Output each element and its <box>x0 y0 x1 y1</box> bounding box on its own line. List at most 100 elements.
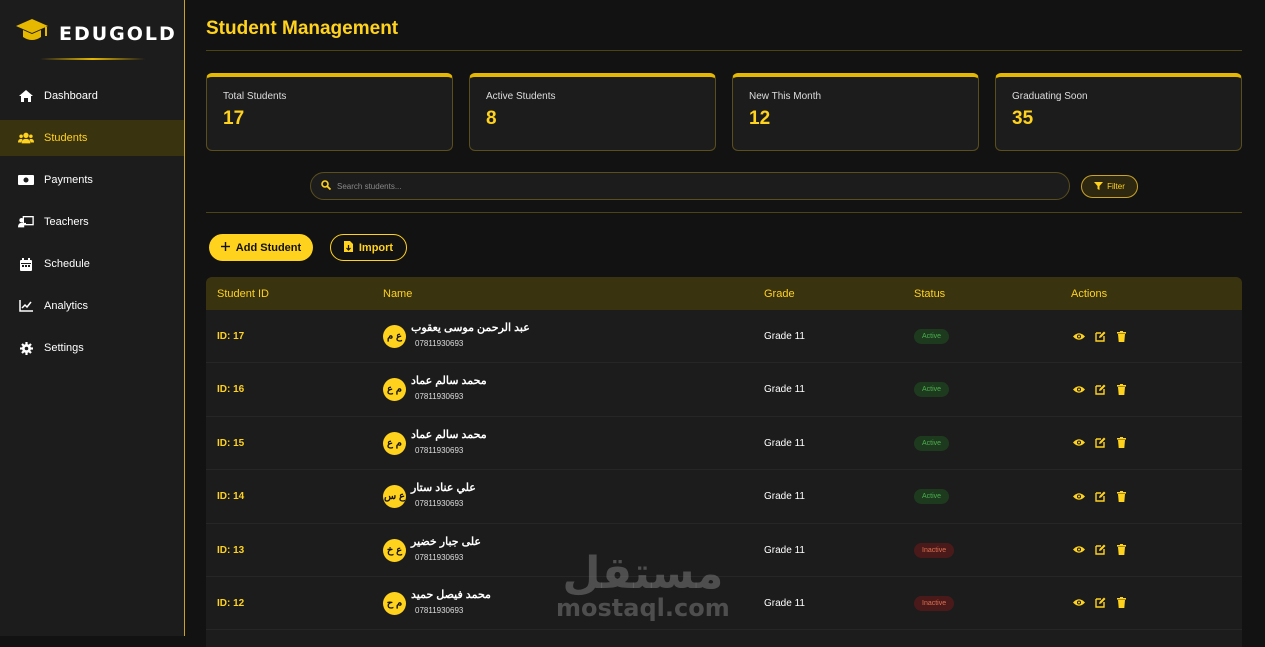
stat-card-active: Active Students 8 <box>469 73 716 151</box>
student-name: محمد سالم عماد <box>411 375 487 388</box>
column-header-actions: Actions <box>1071 288 1108 300</box>
sidebar-item-settings[interactable]: Settings <box>0 330 184 366</box>
table-row[interactable]: ID: 16 م ع محمد سالم عماد 07811930693 Gr… <box>206 363 1242 417</box>
row-actions <box>1073 544 1127 556</box>
table-row[interactable]: ID: 17 ع م عبد الرحمن موسى يعقوب 0781193… <box>206 310 1242 364</box>
plus-icon <box>220 241 230 254</box>
edit-icon[interactable] <box>1094 330 1106 342</box>
stat-value: 8 <box>486 108 497 129</box>
chart-line-icon <box>18 299 34 313</box>
column-header-id: Student ID <box>217 288 269 300</box>
sidebar: EDUGOLD Dashboard Students Payments Teac… <box>0 0 185 636</box>
money-icon <box>18 173 34 187</box>
file-import-icon <box>343 240 353 255</box>
trash-icon[interactable] <box>1115 544 1127 556</box>
row-actions <box>1073 490 1127 502</box>
sidebar-item-label: Settings <box>44 342 84 354</box>
trash-icon[interactable] <box>1115 383 1127 395</box>
stat-label: New This Month <box>749 91 822 102</box>
view-icon[interactable] <box>1073 490 1085 502</box>
stat-card-graduating: Graduating Soon 35 <box>995 73 1242 151</box>
stat-card-new: New This Month 12 <box>732 73 979 151</box>
sidebar-item-payments[interactable]: Payments <box>0 162 184 198</box>
stat-card-total: Total Students 17 <box>206 73 453 151</box>
sidebar-item-dashboard[interactable]: Dashboard <box>0 78 184 114</box>
row-actions <box>1073 597 1127 609</box>
sidebar-item-students[interactable]: Students <box>0 120 184 156</box>
student-phone: 07811930693 <box>415 605 464 615</box>
avatar: م ع <box>383 431 406 455</box>
add-student-button[interactable]: Add Student <box>209 234 313 261</box>
student-grade: Grade 11 <box>764 544 805 556</box>
sidebar-item-teachers[interactable]: Teachers <box>0 204 184 240</box>
student-grade: Grade 11 <box>764 491 805 503</box>
sidebar-item-schedule[interactable]: Schedule <box>0 246 184 282</box>
student-id: ID: 16 <box>217 384 245 396</box>
trash-icon[interactable] <box>1115 437 1127 449</box>
table-row[interactable]: ID: 13 ع خ على جبار خضير 07811930693 Gra… <box>206 524 1242 577</box>
status-badge: Active <box>914 435 950 451</box>
view-icon[interactable] <box>1073 330 1085 342</box>
student-name: علي عناد ستار <box>411 482 476 495</box>
gear-icon <box>18 341 34 355</box>
users-icon <box>18 131 34 145</box>
add-student-label: Add Student <box>235 241 302 254</box>
table-row[interactable]: ID: 14 ع س علي عناد ستار 07811930693 Gra… <box>206 470 1242 524</box>
stats-cards: Total Students 17 Active Students 8 New … <box>206 73 1242 151</box>
student-id: ID: 14 <box>217 491 245 503</box>
student-name: على جبار خضير <box>411 535 481 548</box>
student-phone: 07811930693 <box>415 552 464 562</box>
column-header-status: Status <box>914 288 946 300</box>
status-badge: Inactive <box>914 595 955 611</box>
edit-icon[interactable] <box>1094 490 1106 502</box>
avatar: ع س <box>383 485 406 509</box>
logo-underline <box>40 58 145 60</box>
home-icon <box>18 89 34 103</box>
filter-button[interactable]: Filter <box>1081 175 1138 198</box>
import-button[interactable]: Import <box>330 234 407 261</box>
teacher-icon <box>18 215 34 229</box>
view-icon[interactable] <box>1073 437 1085 449</box>
edit-icon[interactable] <box>1094 544 1106 556</box>
sidebar-item-label: Schedule <box>44 258 90 270</box>
avatar: ع خ <box>383 538 406 562</box>
sidebar-item-label: Students <box>44 132 88 144</box>
student-phone: 07811930693 <box>415 339 464 348</box>
view-icon[interactable] <box>1073 597 1085 609</box>
search-icon <box>321 177 332 195</box>
student-phone: 07811930693 <box>415 445 464 455</box>
view-icon[interactable] <box>1073 383 1085 395</box>
table-row[interactable]: ID: 15 م ع محمد سالم عماد 07811930693 Gr… <box>206 417 1242 471</box>
section-divider <box>206 212 1242 213</box>
search-input[interactable] <box>337 181 937 191</box>
row-actions <box>1073 330 1127 342</box>
view-icon[interactable] <box>1073 544 1085 556</box>
student-name: محمد فيصل حميد <box>411 588 491 601</box>
student-grade: Grade 11 <box>764 597 805 609</box>
stat-value: 35 <box>1012 108 1034 129</box>
column-header-grade: Grade <box>764 288 795 300</box>
stat-label: Total Students <box>223 91 287 102</box>
student-name: عبد الرحمن موسى يعقوب <box>411 322 530 334</box>
stat-label: Active Students <box>486 91 556 102</box>
row-actions <box>1073 437 1127 449</box>
student-id: ID: 13 <box>217 544 245 556</box>
brand-logo[interactable]: EDUGOLD <box>15 18 177 49</box>
sidebar-item-analytics[interactable]: Analytics <box>0 288 184 324</box>
sidebar-nav: Dashboard Students Payments Teachers Sch… <box>0 78 184 372</box>
import-label: Import <box>358 241 394 254</box>
trash-icon[interactable] <box>1115 330 1127 342</box>
table-row[interactable]: ID: 12 م ح محمد فيصل حميد 07811930693 Gr… <box>206 577 1242 631</box>
trash-icon[interactable] <box>1115 490 1127 502</box>
trash-icon[interactable] <box>1115 597 1127 609</box>
sidebar-item-label: Teachers <box>44 216 89 228</box>
graduation-cap-icon <box>15 18 49 49</box>
students-table: Student ID Name Grade Status Actions ID:… <box>206 277 1242 647</box>
calendar-icon <box>18 257 34 271</box>
column-header-name: Name <box>383 288 413 300</box>
edit-icon[interactable] <box>1094 437 1106 449</box>
avatar: م ح <box>383 591 406 615</box>
status-badge: Active <box>914 329 950 344</box>
edit-icon[interactable] <box>1094 597 1106 609</box>
edit-icon[interactable] <box>1094 383 1106 395</box>
